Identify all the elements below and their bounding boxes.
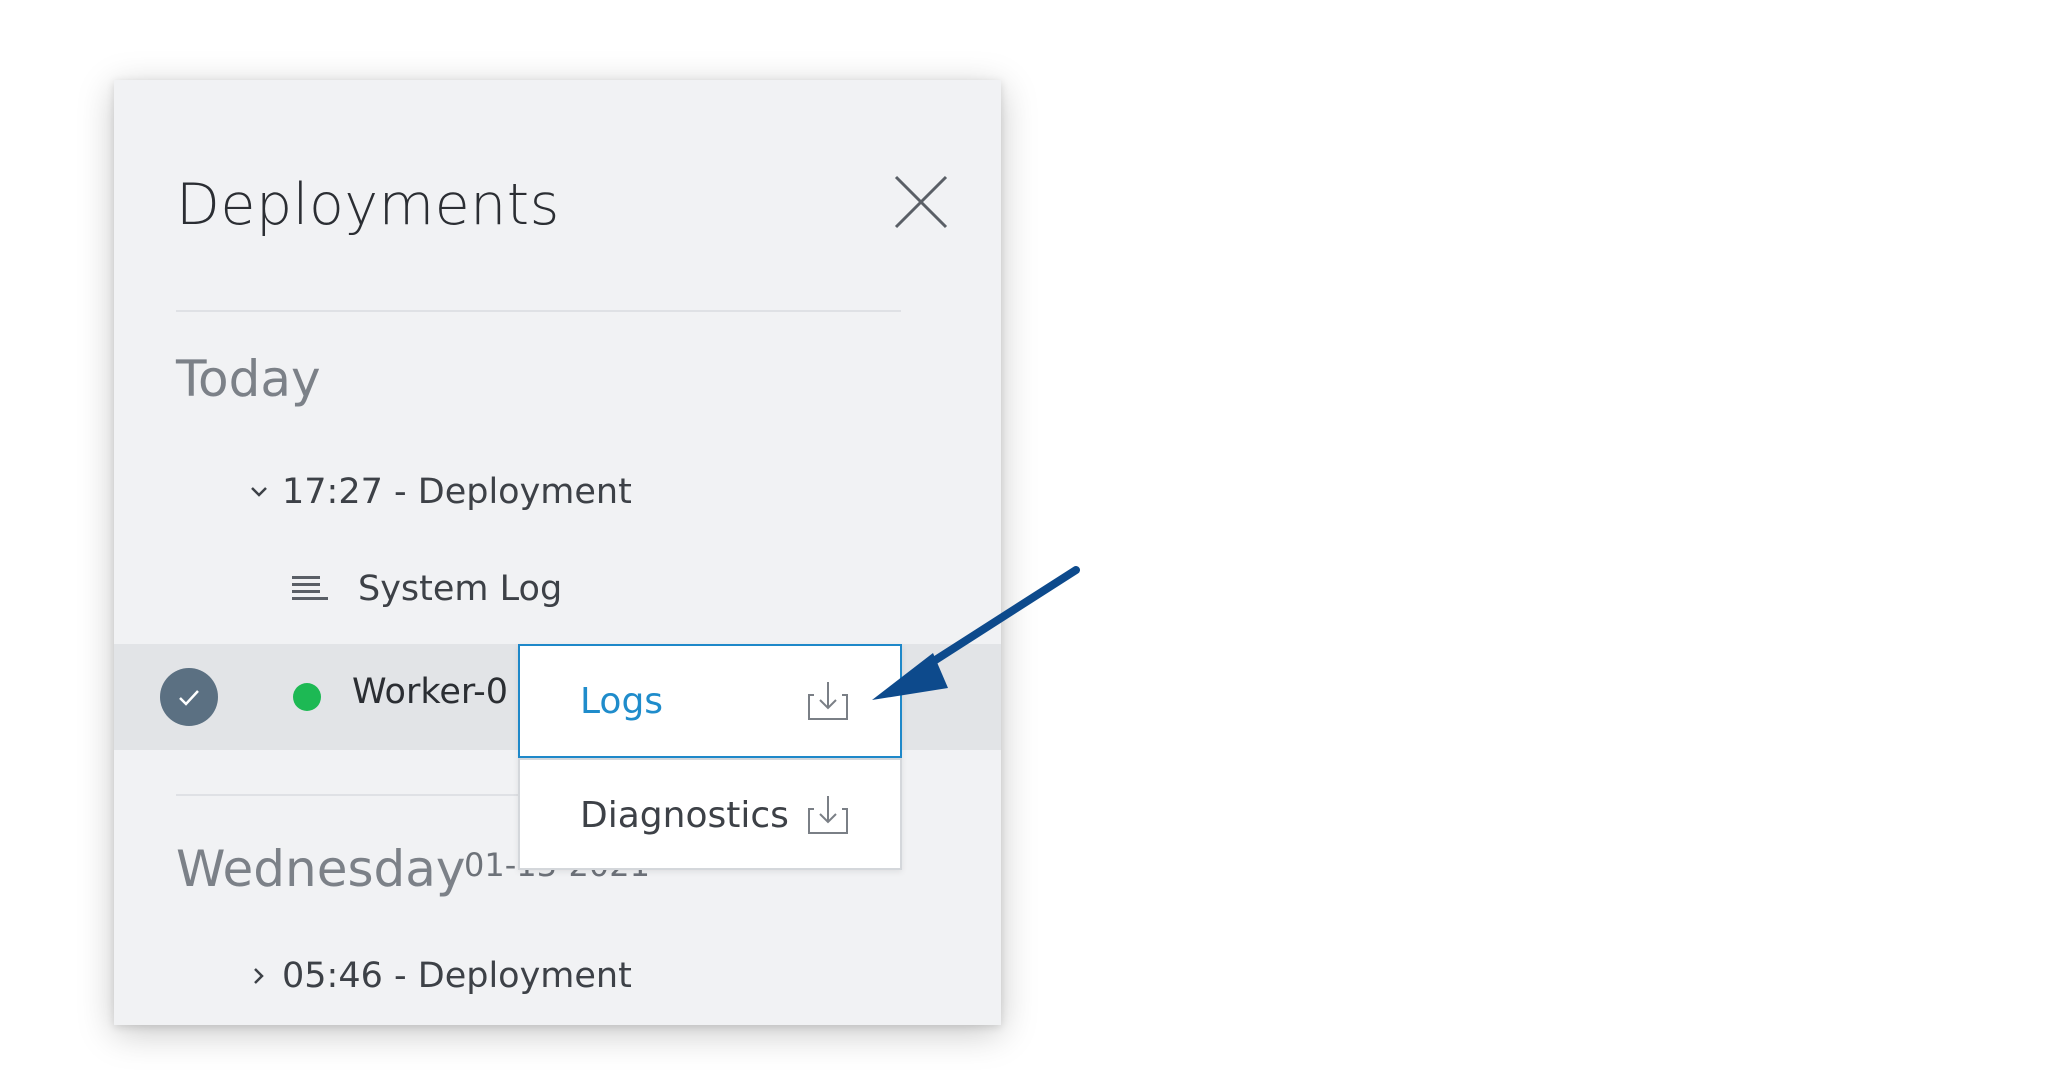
deployment-label: 05:46 - Deployment	[282, 956, 632, 996]
check-icon	[179, 690, 199, 706]
chevron-right-icon	[254, 968, 264, 984]
check-badge[interactable]	[160, 668, 218, 726]
divider	[176, 310, 901, 312]
menu-item-label: Logs	[580, 680, 664, 722]
menu-item-label: Diagnostics	[580, 794, 789, 836]
deployment-row-wednesday[interactable]: 05:46 - Deployment	[244, 952, 632, 1000]
close-icon	[894, 175, 948, 229]
deployments-panel: Deployments Today 17:27 - Deployment Sys…	[114, 80, 1001, 1025]
worker-label: Worker-0	[352, 672, 508, 712]
deployment-row-today[interactable]: 17:27 - Deployment	[244, 468, 632, 516]
close-button[interactable]	[891, 172, 951, 232]
section-today-heading: Today	[176, 350, 321, 408]
download-icon[interactable]	[806, 793, 850, 837]
lines-icon	[292, 576, 328, 600]
system-log-row[interactable]: System Log	[290, 564, 562, 614]
deployment-label: 17:27 - Deployment	[282, 472, 632, 512]
system-log-label: System Log	[358, 569, 563, 609]
menu-item-diagnostics[interactable]: Diagnostics	[520, 758, 900, 870]
section-wednesday-heading: Wednesday	[176, 840, 466, 898]
status-dot	[293, 683, 321, 711]
download-icon[interactable]	[806, 679, 850, 723]
chevron-down-icon	[251, 487, 267, 497]
menu-item-logs[interactable]: Logs	[518, 644, 902, 758]
download-dropdown-menu: Logs Diagnostics	[518, 644, 902, 870]
panel-title: Deployments	[176, 172, 560, 238]
